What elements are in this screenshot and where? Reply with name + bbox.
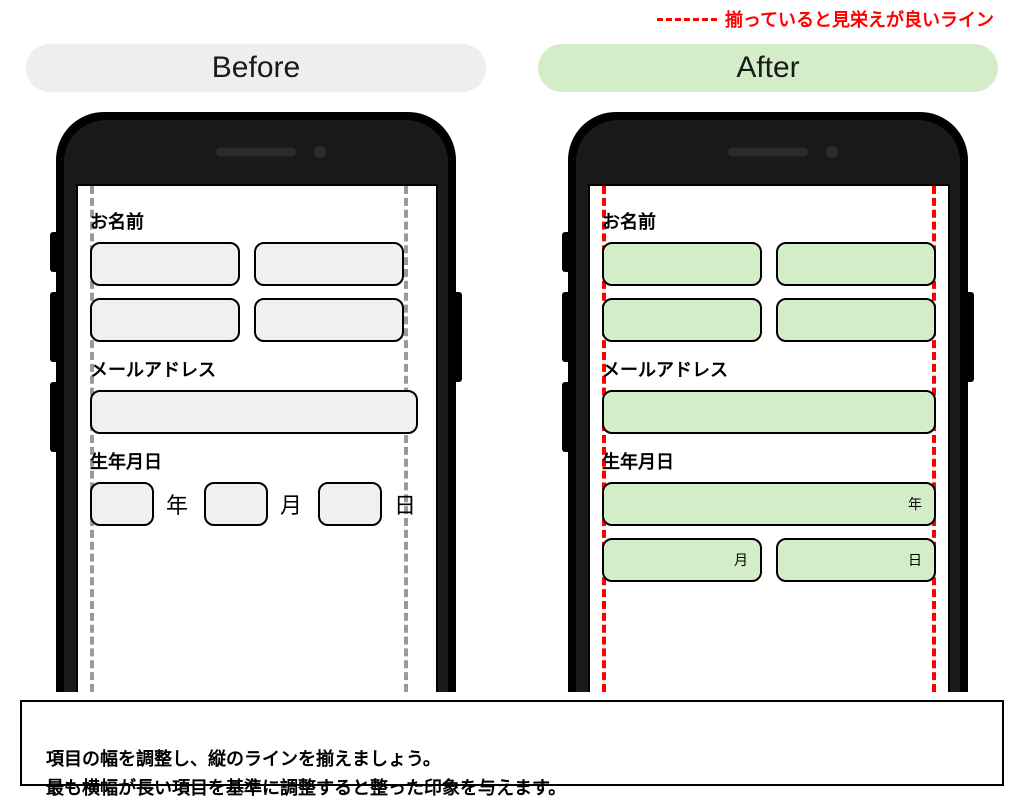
month-suffix: 月 [280, 488, 302, 520]
dob-label: 生年月日 [602, 448, 936, 474]
name-row-2 [602, 298, 936, 342]
phone-side-button [968, 292, 974, 382]
phone-speaker-icon [728, 148, 808, 156]
dob-row: 年 月 日 [90, 482, 424, 526]
before-header-label: Before [212, 51, 300, 85]
dob-md-row: 月 日 [602, 538, 936, 582]
year-suffix: 年 [166, 488, 188, 520]
name-input-3[interactable] [602, 298, 762, 342]
caption-text: 項目の幅を調整し、縦のラインを揃えましょう。 最も横幅が長い項目を基準に調整する… [46, 749, 566, 798]
phone-camera-icon [314, 146, 326, 158]
phone-side-button [456, 292, 462, 382]
before-phone: お名前 メールアドレス 生年月日 年 [46, 112, 466, 692]
after-header-label: After [736, 51, 799, 85]
dob-year-input[interactable]: 年 [602, 482, 936, 526]
name-row-1 [90, 242, 424, 286]
dob-day-input[interactable] [318, 482, 382, 526]
legend-dash-icon [657, 18, 717, 21]
name-label: お名前 [602, 208, 936, 234]
after-phone: お名前 メールアドレス 生年月日 年 [558, 112, 978, 692]
before-column: Before お名前 [0, 40, 512, 700]
before-screen: お名前 メールアドレス 生年月日 年 [76, 184, 438, 692]
comparison-columns: Before お名前 [0, 40, 1024, 700]
before-form: お名前 メールアドレス 生年月日 年 [90, 202, 424, 538]
name-input-4[interactable] [776, 298, 936, 342]
caption-box: 項目の幅を調整し、縦のラインを揃えましょう。 最も横幅が長い項目を基準に調整する… [20, 700, 1004, 786]
after-header: After [538, 44, 998, 92]
name-input-2[interactable] [254, 242, 404, 286]
email-label: メールアドレス [602, 356, 936, 382]
dob-day-input[interactable]: 日 [776, 538, 936, 582]
dob-month-input[interactable]: 月 [602, 538, 762, 582]
legend: 揃っていると見栄えが良いライン [657, 6, 994, 32]
phone-speaker-icon [216, 148, 296, 156]
name-row-2 [90, 298, 424, 342]
name-label: お名前 [90, 208, 424, 234]
email-label: メールアドレス [90, 356, 424, 382]
year-suffix: 年 [908, 494, 922, 514]
before-header: Before [26, 44, 486, 92]
name-row-1 [602, 242, 936, 286]
legend-text: 揃っていると見栄えが良いライン [725, 6, 994, 32]
month-suffix: 月 [734, 550, 748, 570]
name-input-3[interactable] [90, 298, 240, 342]
email-input[interactable] [90, 390, 418, 434]
dob-year-input[interactable] [90, 482, 154, 526]
after-screen: お名前 メールアドレス 生年月日 年 [588, 184, 950, 692]
name-input-1[interactable] [90, 242, 240, 286]
email-input[interactable] [602, 390, 936, 434]
phone-camera-icon [826, 146, 838, 158]
after-form: お名前 メールアドレス 生年月日 年 [602, 202, 936, 594]
name-input-2[interactable] [776, 242, 936, 286]
day-suffix: 日 [394, 488, 416, 520]
name-input-1[interactable] [602, 242, 762, 286]
day-suffix: 日 [908, 550, 922, 570]
name-input-4[interactable] [254, 298, 404, 342]
dob-label: 生年月日 [90, 448, 424, 474]
after-column: After お名前 [512, 40, 1024, 700]
dob-month-input[interactable] [204, 482, 268, 526]
